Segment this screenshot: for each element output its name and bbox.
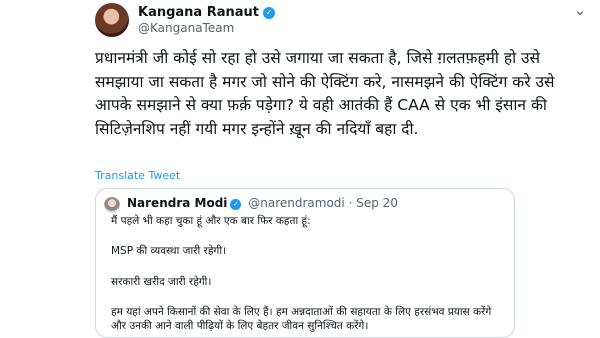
verified-badge-icon: ✓	[263, 7, 276, 19]
quoted-verified-badge-icon: ✓	[230, 199, 242, 210]
author-name[interactable]: Kangana Ranaut	[138, 5, 259, 20]
author-name-row[interactable]: Kangana Ranaut ✓	[138, 5, 276, 20]
quoted-author-name: Narendra Modi	[127, 196, 228, 210]
meta-separator: ·	[348, 196, 353, 210]
quoted-paragraph: मैं पहले भी कहा चुका हूं और एक बार फिर क…	[111, 215, 311, 227]
quoted-tweet-date: Sep 20	[356, 196, 398, 210]
translate-tweet-link[interactable]: Translate Tweet	[95, 169, 180, 182]
quoted-author-avatar	[104, 197, 120, 213]
quoted-paragraph: हम यहां अपने किसानों की सेवा के लिए हैं।…	[111, 306, 492, 332]
author-avatar[interactable]	[95, 3, 129, 37]
quoted-tweet-header: Narendra Modi ✓ @narendramodi · Sep 20	[127, 196, 398, 210]
quoted-tweet[interactable]: Narendra Modi ✓ @narendramodi · Sep 20 मै…	[95, 188, 515, 338]
author-handle[interactable]: @KanganaTeam	[138, 21, 234, 35]
chevron-down-icon[interactable]: ⌄	[572, 3, 588, 19]
tweet-text: प्रधानमंत्री जी कोई सो रहा हो उसे जगाया …	[95, 49, 555, 138]
quoted-paragraph: सरकारी खरीद जारी रहेगी।	[111, 276, 212, 288]
quoted-paragraph: MSP की व्यवस्था जारी रहेगी।	[111, 245, 227, 257]
tweet-card: Kangana Ranaut ✓ @KanganaTeam ⌄ प्रधानमंत…	[0, 0, 600, 338]
quoted-author-handle: @narendramodi	[248, 196, 345, 210]
